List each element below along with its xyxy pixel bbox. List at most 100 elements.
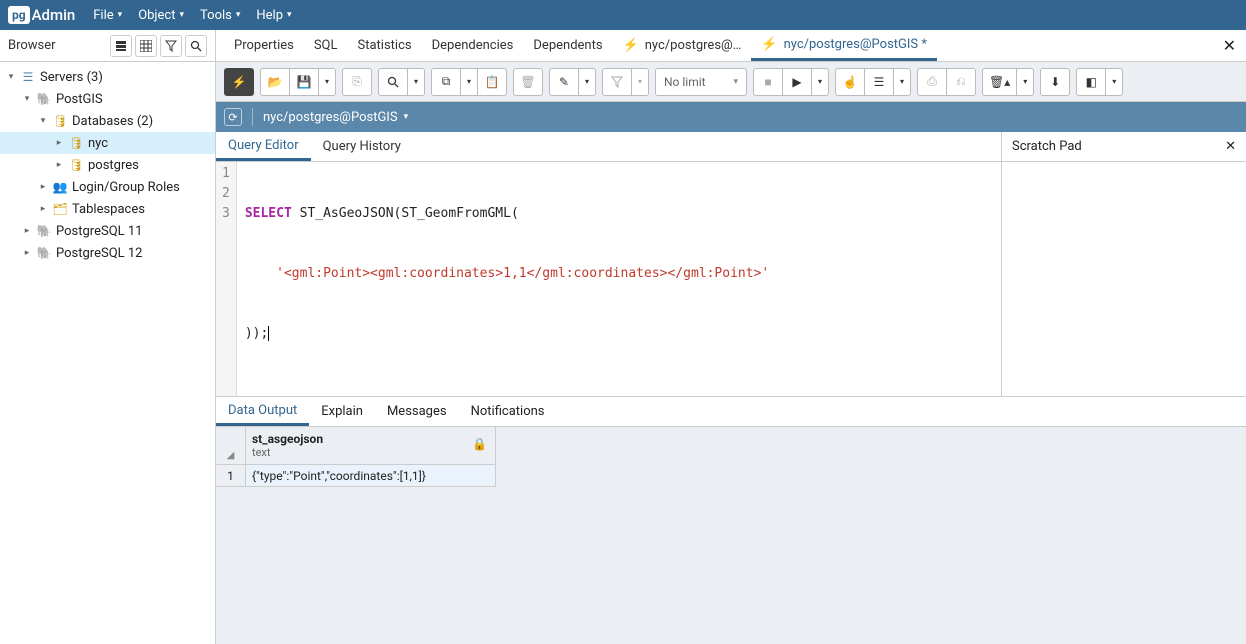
editor-tabs: Query Editor Query History: [216, 132, 1001, 162]
results-tabs: Data Output Explain Messages Notificatio…: [216, 397, 1246, 427]
tree-nyc[interactable]: ▸🛢nyc: [0, 132, 215, 154]
copy-dropdown[interactable]: ▾: [460, 68, 478, 96]
tree-postgis[interactable]: ▾🐘PostGIS: [0, 88, 215, 110]
tablespace-icon: 🗂: [52, 201, 68, 217]
tab-notifications[interactable]: Notifications: [459, 397, 557, 426]
tab-query-2[interactable]: ⚡nyc/postgres@PostGIS *: [751, 30, 937, 61]
grid-corner[interactable]: ◢: [216, 427, 246, 465]
clear-dropdown[interactable]: ▾: [1016, 68, 1034, 96]
menu-file[interactable]: File▾: [93, 8, 122, 23]
tab-explain[interactable]: Explain: [309, 397, 375, 426]
download-button[interactable]: ⬇: [1040, 68, 1070, 96]
roles-icon: 👥: [52, 179, 68, 195]
tree-tablespaces[interactable]: ▸🗂Tablespaces: [0, 198, 215, 220]
limit-select[interactable]: No limit▾: [655, 68, 747, 96]
open-file-button[interactable]: 📂: [260, 68, 290, 96]
tab-dependencies[interactable]: Dependencies: [422, 30, 524, 61]
elephant-off-icon: 🐘: [36, 245, 52, 261]
expand-icon[interactable]: ▸: [20, 226, 34, 236]
sql-editor[interactable]: 1 2 3 SELECT ST_AsGeoJSON(ST_GeomFromGML…: [216, 162, 1001, 396]
clear-button[interactable]: 🗑▴: [982, 68, 1017, 96]
app-logo: pg Admin: [8, 6, 75, 24]
browser-tool-filter-icon[interactable]: [160, 35, 182, 57]
connection-selector[interactable]: nyc/postgres@PostGIS▾: [263, 110, 408, 125]
tab-dependents[interactable]: Dependents: [523, 30, 612, 61]
commit-button[interactable]: ⎙: [917, 68, 947, 96]
find-button[interactable]: [378, 68, 408, 96]
tree-databases[interactable]: ▾🛢Databases (2): [0, 110, 215, 132]
rollback-button[interactable]: ⎌: [946, 68, 976, 96]
explain-analyze-button[interactable]: ☰: [864, 68, 894, 96]
macro-button[interactable]: ◧: [1076, 68, 1106, 96]
explain-dropdown[interactable]: ▾: [893, 68, 911, 96]
browser-tool-search-icon[interactable]: [185, 35, 207, 57]
expand-icon[interactable]: ▸: [20, 248, 34, 258]
row-header-1[interactable]: 1: [216, 465, 246, 487]
tree-postgres-db[interactable]: ▸🛢postgres: [0, 154, 215, 176]
macro-dropdown[interactable]: ▾: [1105, 68, 1123, 96]
tree-pg12[interactable]: ▸🐘PostgreSQL 12: [0, 242, 215, 264]
browser-tool-1[interactable]: [110, 35, 132, 57]
chevron-down-icon: ▾: [404, 112, 409, 122]
tab-query-editor[interactable]: Query Editor: [216, 132, 311, 161]
filter-dropdown[interactable]: ▾: [631, 68, 649, 96]
results-panel: Data Output Explain Messages Notificatio…: [216, 396, 1246, 644]
tab-properties[interactable]: Properties: [224, 30, 304, 61]
close-tab-icon[interactable]: ✕: [1223, 36, 1236, 55]
connection-bar: ⟳ nyc/postgres@PostGIS▾: [216, 102, 1246, 132]
execute-dropdown[interactable]: ▾: [811, 68, 829, 96]
tree-pg11[interactable]: ▸🐘PostgreSQL 11: [0, 220, 215, 242]
execute-button[interactable]: ▶: [782, 68, 812, 96]
collapse-icon[interactable]: ▾: [36, 116, 50, 126]
database-icon: 🛢: [68, 157, 84, 173]
copy-button[interactable]: ⧉: [431, 68, 461, 96]
tab-statistics[interactable]: Statistics: [348, 30, 422, 61]
explain-button[interactable]: ☝: [835, 68, 865, 96]
expand-icon[interactable]: ▸: [36, 182, 50, 192]
stop-button[interactable]: ■: [753, 68, 783, 96]
menu-tools[interactable]: Tools▾: [200, 8, 240, 23]
elephant-off-icon: 🐘: [36, 223, 52, 239]
scratch-pad-area[interactable]: [1002, 162, 1246, 396]
close-scratch-icon[interactable]: ✕: [1225, 139, 1236, 154]
column-header-st-asgeojson[interactable]: st_asgeojson text 🔒: [246, 427, 496, 465]
save-data-button[interactable]: ⎘: [342, 68, 372, 96]
menu-object[interactable]: Object▾: [138, 8, 184, 23]
collapse-icon[interactable]: ▾: [4, 72, 18, 82]
tab-messages[interactable]: Messages: [375, 397, 459, 426]
browser-panel: Browser ▾☰Servers (3) ▾🐘PostGIS ▾🛢Databa…: [0, 30, 216, 644]
filter-button[interactable]: [602, 68, 632, 96]
find-dropdown[interactable]: ▾: [407, 68, 425, 96]
save-file-button[interactable]: 💾: [289, 68, 319, 96]
tab-data-output[interactable]: Data Output: [216, 397, 309, 426]
browser-tool-grid-icon[interactable]: [135, 35, 157, 57]
chevron-down-icon: ▾: [287, 10, 292, 20]
delete-button[interactable]: 🗑: [513, 68, 543, 96]
edit-dropdown[interactable]: ▾: [578, 68, 596, 96]
cell-1-1[interactable]: {"type":"Point","coordinates":[1,1]}: [246, 465, 496, 487]
tree-servers[interactable]: ▾☰Servers (3): [0, 66, 215, 88]
line-gutter: 1 2 3: [216, 162, 237, 396]
expand-icon[interactable]: ▸: [52, 138, 66, 148]
query-tool-icon: ⚡: [761, 37, 777, 52]
main-tabs: Properties SQL Statistics Dependencies D…: [216, 30, 1246, 62]
expand-icon[interactable]: ▸: [36, 204, 50, 214]
paste-button[interactable]: 📋: [477, 68, 507, 96]
tab-sql[interactable]: SQL: [304, 30, 348, 61]
main-panel: Properties SQL Statistics Dependencies D…: [216, 30, 1246, 644]
server-group-icon: ☰: [20, 69, 36, 85]
result-grid[interactable]: ◢ st_asgeojson text 🔒 1 {"type":"Point",…: [216, 427, 1246, 644]
scratch-pad-title: Scratch Pad: [1012, 139, 1082, 154]
connection-status-icon[interactable]: ⟳: [224, 108, 242, 126]
expand-icon[interactable]: ▸: [52, 160, 66, 170]
tree-roles[interactable]: ▸👥Login/Group Roles: [0, 176, 215, 198]
toolbar-lightning-button[interactable]: ⚡: [224, 68, 254, 96]
menu-help[interactable]: Help▾: [256, 8, 291, 23]
tab-query-history[interactable]: Query History: [311, 132, 413, 161]
edit-button[interactable]: ✎: [549, 68, 579, 96]
collapse-icon[interactable]: ▾: [20, 94, 34, 104]
chevron-down-icon: ▾: [180, 10, 185, 20]
chevron-down-icon: ▾: [118, 10, 123, 20]
tab-query-1[interactable]: ⚡nyc/postgres@…: [613, 30, 752, 61]
save-dropdown[interactable]: ▾: [318, 68, 336, 96]
